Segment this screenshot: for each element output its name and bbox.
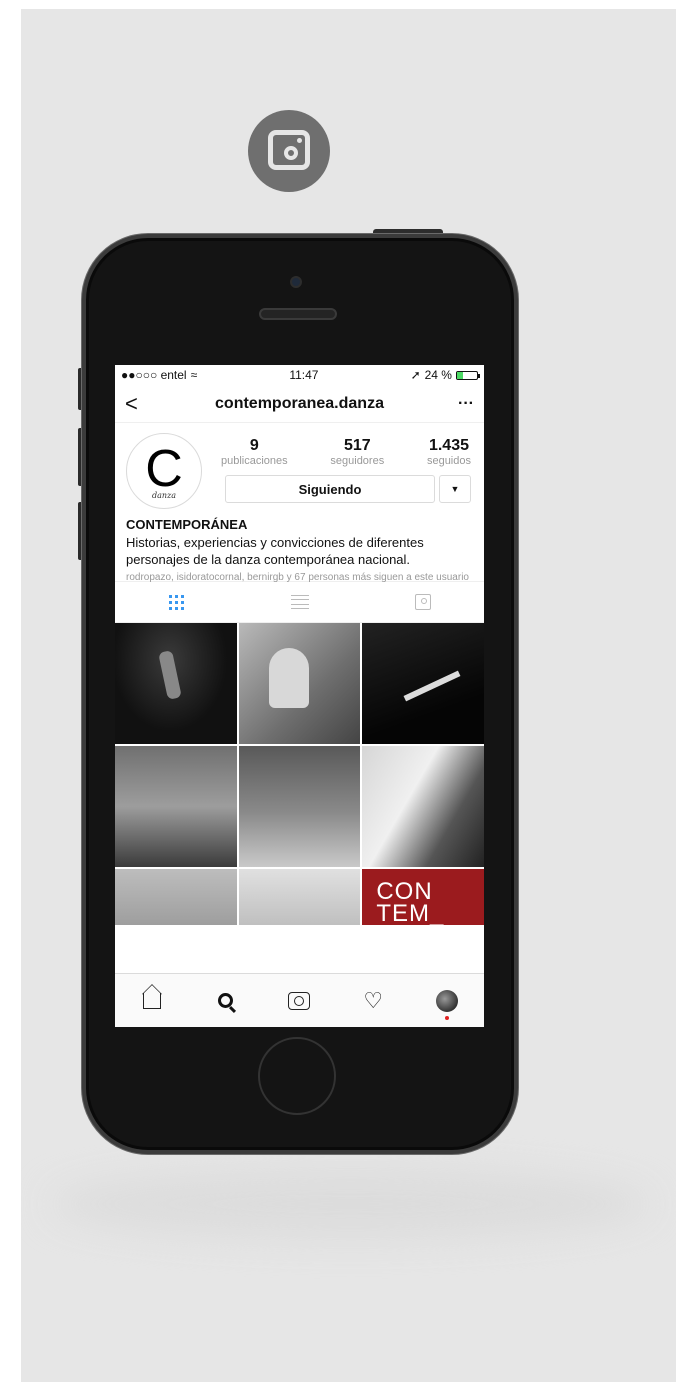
nav-bar: < contemporanea.danza ··· — [115, 385, 484, 423]
camera-icon — [288, 991, 311, 1010]
followed-by-text[interactable]: rodropazo, isidoratocornal, bernirgb y 6… — [126, 572, 476, 584]
tab-tagged[interactable] — [361, 582, 484, 622]
battery-percent: 24 % — [424, 368, 452, 382]
suggestions-dropdown-icon[interactable]: ▼ — [439, 475, 471, 503]
home-icon — [142, 992, 161, 1009]
tab-activity[interactable]: ♡ — [358, 986, 388, 1016]
tab-profile[interactable] — [432, 986, 462, 1020]
bottom-tab-bar: ♡ — [115, 973, 484, 1027]
photo-overlay-text-2: TEM_ — [376, 900, 445, 926]
heart-icon: ♡ — [363, 987, 384, 1013]
grid-view-icon — [169, 594, 184, 610]
photo-thumbnail[interactable] — [115, 746, 237, 867]
tab-camera[interactable] — [284, 986, 314, 1016]
profile-tabs — [115, 581, 484, 623]
photo-thumbnail[interactable] — [238, 623, 361, 744]
front-camera-icon — [290, 276, 302, 288]
location-icon: ➚ — [410, 368, 421, 382]
stat-following-count: 1.435 — [428, 437, 469, 454]
profile-display-name: CONTEMPORÁNEA — [126, 517, 248, 532]
profile-stats: 9 publicaciones 517 seguidores 1.435 seg… — [221, 437, 471, 467]
back-chevron-icon[interactable]: < — [125, 391, 145, 417]
profile-username: contemporanea.danza — [215, 394, 384, 412]
stat-following[interactable]: 1.435 seguidos — [427, 437, 471, 467]
wifi-icon: ≈ — [190, 368, 198, 382]
avatar[interactable]: C danza — [126, 433, 202, 509]
earpiece-speaker — [259, 308, 337, 320]
profile-avatar-icon — [436, 989, 459, 1020]
photo-thumbnail[interactable] — [115, 623, 237, 744]
tab-search[interactable] — [211, 986, 241, 1016]
status-bar: ●●○○○ entel ≈ 11:47 ➚ 24 % — [115, 365, 484, 385]
following-button[interactable]: Siguiendo — [225, 475, 435, 503]
stat-following-label: seguidos — [426, 455, 471, 467]
photo-thumbnail[interactable] — [115, 869, 237, 925]
home-button[interactable] — [258, 1037, 336, 1115]
profile-bio-text: Historias, experiencias y convicciones d… — [126, 535, 424, 567]
photo-thumbnail[interactable] — [238, 746, 361, 867]
photo-thumbnail[interactable] — [362, 746, 484, 867]
follow-row: Siguiendo ▼ — [225, 475, 471, 503]
stat-followers[interactable]: 517 seguidores — [330, 437, 384, 467]
avatar-script: danza — [151, 490, 177, 500]
profile-header: C danza 9 publicaciones 517 seguidores 1… — [115, 423, 484, 584]
stat-posts[interactable]: 9 publicaciones — [221, 437, 288, 467]
clock: 11:47 — [289, 368, 319, 382]
search-icon — [218, 993, 234, 1008]
photo-thumbnail[interactable] — [238, 869, 361, 925]
tab-home[interactable] — [137, 986, 167, 1016]
battery-icon — [455, 370, 480, 380]
tagged-photos-icon — [414, 594, 431, 610]
list-view-icon — [290, 595, 309, 609]
stat-followers-count: 517 — [343, 437, 371, 454]
carrier-label: ●●○○○ entel — [121, 368, 187, 382]
tab-list[interactable] — [238, 582, 361, 622]
photo-thumbnail[interactable]: CON TEM_ — [362, 869, 484, 925]
stat-posts-count: 9 — [249, 437, 259, 454]
phone-screen: ●●○○○ entel ≈ 11:47 ➚ 24 % < contemporan… — [115, 365, 484, 1027]
stat-posts-label: publicaciones — [221, 455, 288, 467]
profile-bio: CONTEMPORÁNEA Historias, experiencias y … — [126, 517, 476, 584]
instagram-logo-icon — [248, 110, 330, 192]
avatar-letter: C — [145, 439, 183, 498]
photo-thumbnail[interactable] — [362, 623, 484, 744]
phone-shadow — [51, 1169, 651, 1239]
stat-followers-label: seguidores — [330, 455, 385, 467]
tab-grid[interactable] — [115, 582, 238, 622]
photo-grid: CON TEM_ — [115, 623, 484, 925]
more-options-icon[interactable]: ··· — [454, 395, 474, 413]
